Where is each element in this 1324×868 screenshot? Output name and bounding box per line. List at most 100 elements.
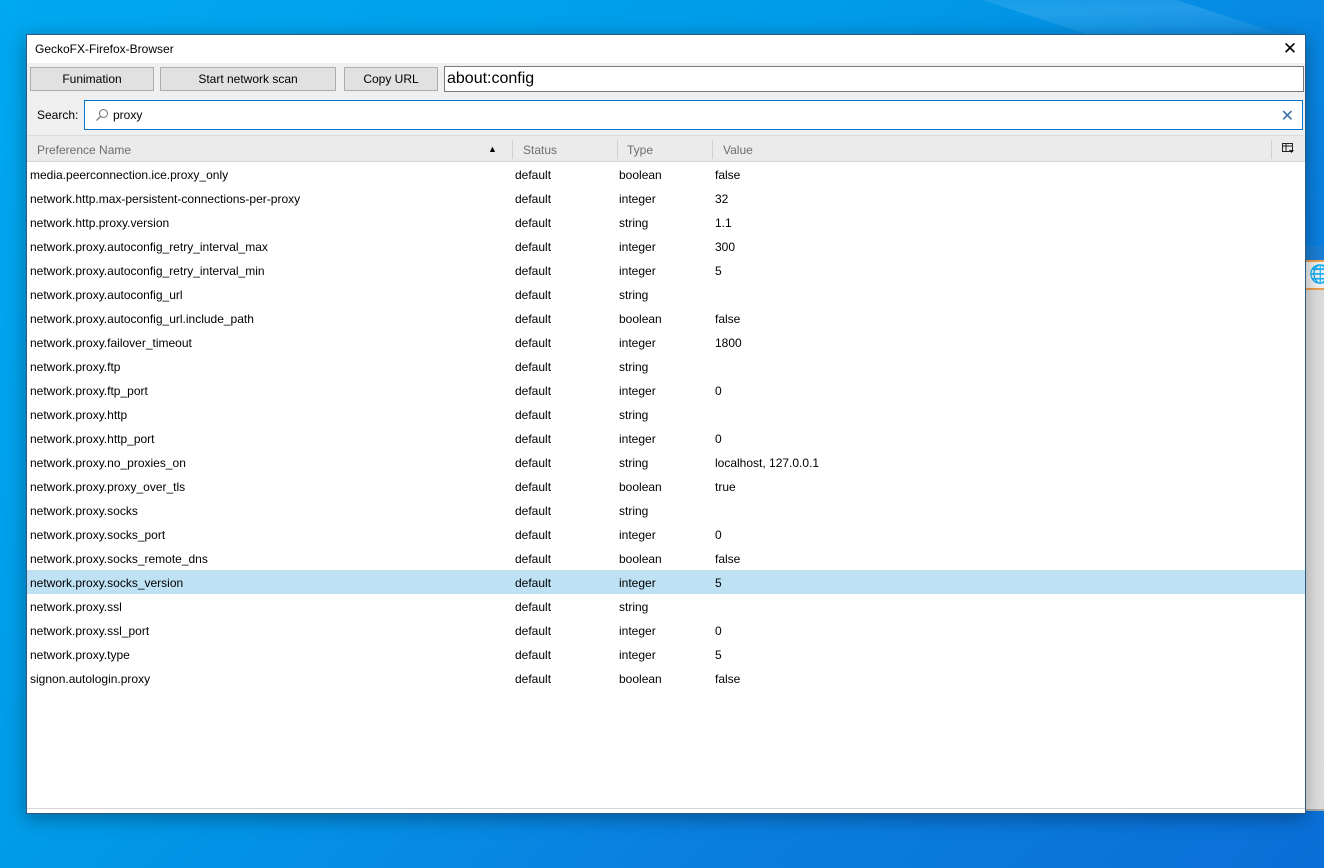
table-row[interactable]: network.http.proxy.version default string 1…	[27, 210, 1305, 234]
preference-name-cell: network.proxy.autoconfig_url	[30, 288, 183, 302]
status-cell: default	[515, 168, 552, 182]
close-icon[interactable]: ✕	[1275, 35, 1305, 63]
preference-name-cell: network.proxy.ftp	[30, 360, 121, 374]
url-input[interactable]	[444, 66, 1304, 92]
table-row[interactable]: network.proxy.ssl default string	[27, 594, 1305, 618]
status-cell: default	[515, 456, 552, 470]
value-cell: 0	[715, 384, 722, 398]
sort-ascending-icon: ▲	[488, 144, 497, 154]
column-picker-icon[interactable]	[1281, 141, 1295, 155]
column-header-value[interactable]: Value	[723, 143, 753, 157]
column-header-type[interactable]: Type	[627, 143, 653, 157]
status-cell: default	[515, 288, 552, 302]
search-box[interactable]: ✕	[84, 100, 1303, 130]
preference-name-cell: signon.autologin.proxy	[30, 672, 151, 686]
value-cell: localhost, 127.0.0.1	[715, 456, 820, 470]
table-row[interactable]: network.proxy.socks_port default integer 0	[27, 522, 1305, 546]
value-cell: 5	[715, 576, 722, 590]
type-cell: string	[619, 504, 649, 518]
status-cell: default	[515, 600, 552, 614]
column-divider[interactable]	[512, 140, 513, 159]
status-cell: default	[515, 624, 552, 638]
status-cell: default	[515, 216, 552, 230]
status-cell: default	[515, 192, 552, 206]
status-cell: default	[515, 384, 552, 398]
value-cell: false	[715, 312, 741, 326]
preference-name-cell: network.proxy.http	[30, 408, 128, 422]
table-row[interactable]: network.proxy.type default integer 5	[27, 642, 1305, 666]
table-row[interactable]: network.proxy.ftp_port default integer 0	[27, 378, 1305, 402]
preference-name-cell: media.peerconnection.ice.proxy_only	[30, 168, 229, 182]
column-header-preference-name[interactable]: Preference Name	[37, 143, 131, 157]
browser-window: GeckoFX-Firefox-Browser ✕ Funimation Sta…	[26, 34, 1306, 814]
table-row[interactable]: network.proxy.failover_timeout default int…	[27, 330, 1305, 354]
preference-name-cell: network.proxy.failover_timeout	[30, 336, 192, 350]
preference-name-cell: network.proxy.socks_version	[30, 576, 184, 590]
preference-name-cell: network.proxy.no_proxies_on	[30, 456, 186, 470]
copy-url-button[interactable]: Copy URL	[344, 67, 438, 91]
table-row[interactable]: network.proxy.socks_remote_dns default boo…	[27, 546, 1305, 570]
table-row[interactable]: network.proxy.ssl_port default integer 0	[27, 618, 1305, 642]
column-divider[interactable]	[1271, 140, 1272, 159]
status-cell: default	[515, 576, 552, 590]
type-cell: string	[619, 456, 649, 470]
column-header-status[interactable]: Status	[523, 143, 557, 157]
table-row[interactable]: network.http.max-persistent-connections-…	[27, 186, 1305, 210]
table-row[interactable]: network.proxy.autoconfig_url default strin…	[27, 282, 1305, 306]
column-divider[interactable]	[617, 140, 618, 159]
preference-name-cell: network.http.max-persistent-connections-…	[30, 192, 301, 206]
type-cell: string	[619, 600, 649, 614]
toolbar: Funimation Start network scan Copy URL	[27, 63, 1305, 95]
table-row[interactable]: network.proxy.autoconfig_retry_interval_…	[27, 234, 1305, 258]
type-cell: boolean	[619, 480, 662, 494]
type-cell: integer	[619, 240, 656, 254]
funimation-button[interactable]: Funimation	[30, 67, 154, 91]
background-window-edge	[1306, 809, 1324, 811]
type-cell: string	[619, 408, 649, 422]
value-cell: 32	[715, 192, 729, 206]
table-row[interactable]: network.proxy.http_port default integer 0	[27, 426, 1305, 450]
type-cell: string	[619, 288, 649, 302]
background-window[interactable]: 🌐	[1305, 246, 1324, 811]
table-row[interactable]: network.proxy.http default string	[27, 402, 1305, 426]
status-cell: default	[515, 504, 552, 518]
table-row[interactable]: network.proxy.socks default string	[27, 498, 1305, 522]
preference-name-cell: network.proxy.ftp_port	[30, 384, 148, 398]
search-bar: Search: ✕	[27, 95, 1305, 135]
status-cell: default	[515, 336, 552, 350]
type-cell: integer	[619, 264, 656, 278]
start-network-scan-button[interactable]: Start network scan	[160, 67, 336, 91]
value-cell: 0	[715, 624, 722, 638]
search-input[interactable]	[113, 105, 1263, 125]
preference-name-cell: network.proxy.socks_remote_dns	[30, 552, 208, 566]
value-cell: 1800	[715, 336, 742, 350]
table-row[interactable]: network.proxy.no_proxies_on default string…	[27, 450, 1305, 474]
value-cell: 300	[715, 240, 736, 254]
value-cell: 0	[715, 432, 722, 446]
column-divider[interactable]	[712, 140, 713, 159]
status-cell: default	[515, 672, 552, 686]
table-row[interactable]: network.proxy.ftp default string	[27, 354, 1305, 378]
table-row[interactable]: network.proxy.socks_version default intege…	[27, 570, 1305, 594]
table-row[interactable]: signon.autologin.proxy default boolean fals…	[27, 666, 1305, 690]
preference-name-cell: network.proxy.autoconfig_retry_interval_…	[30, 264, 265, 278]
type-cell: integer	[619, 528, 656, 542]
status-cell: default	[515, 648, 552, 662]
table-row[interactable]: network.proxy.autoconfig_retry_interval_…	[27, 258, 1305, 282]
clear-icon[interactable]: ✕	[1281, 106, 1294, 126]
preference-name-cell: network.proxy.socks	[30, 504, 138, 518]
preference-name-cell: network.proxy.autoconfig_url.include_pat…	[30, 312, 254, 326]
status-cell: default	[515, 360, 552, 374]
table-row[interactable]: network.proxy.autoconfig_url.include_pat…	[27, 306, 1305, 330]
preference-name-cell: network.proxy.ssl_port	[30, 624, 150, 638]
status-cell: default	[515, 480, 552, 494]
type-cell: integer	[619, 384, 656, 398]
value-cell: 5	[715, 264, 722, 278]
preference-name-cell: network.http.proxy.version	[30, 216, 170, 230]
table-row[interactable]: network.proxy.proxy_over_tls default boole…	[27, 474, 1305, 498]
value-cell: false	[715, 672, 741, 686]
type-cell: integer	[619, 624, 656, 638]
table-row[interactable]: media.peerconnection.ice.proxy_only defau…	[27, 162, 1305, 186]
preferences-table-body: media.peerconnection.ice.proxy_onlydefau…	[27, 162, 1305, 690]
type-cell: integer	[619, 432, 656, 446]
